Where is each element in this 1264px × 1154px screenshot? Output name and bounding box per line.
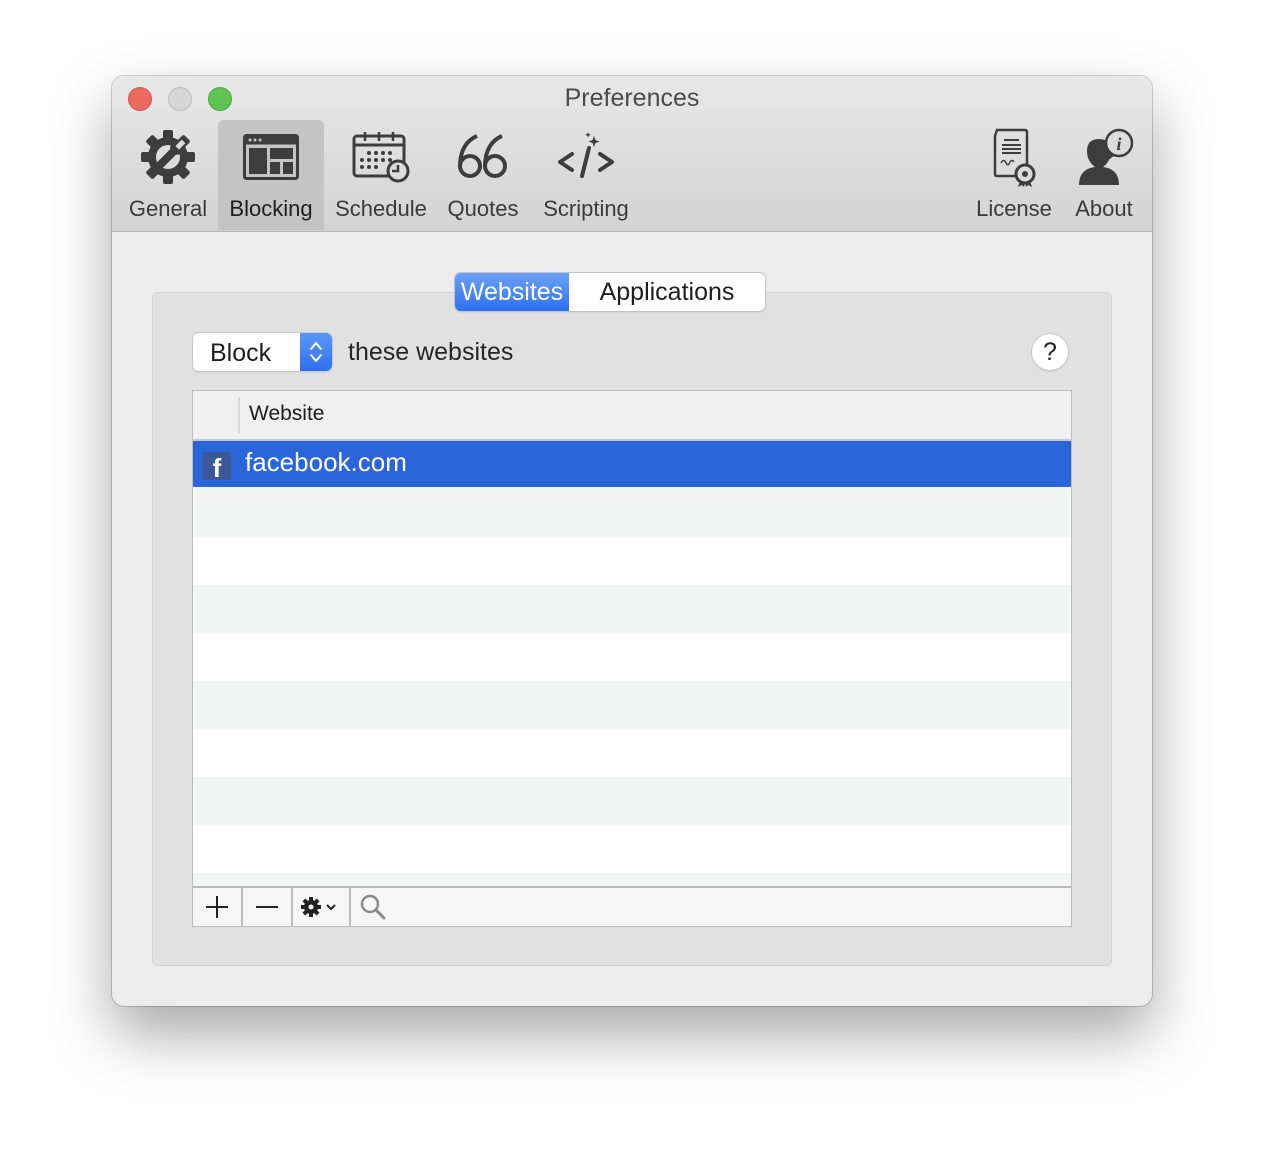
toolbar-label: Schedule [335, 196, 427, 221]
block-mode-popup[interactable]: Block [193, 333, 332, 371]
websites-table: Website f facebook.com [192, 390, 1072, 927]
list-type-segmented-control: Websites Applications [455, 273, 765, 311]
segment-websites[interactable]: Websites [455, 273, 569, 311]
remove-button[interactable] [243, 888, 293, 926]
minus-icon [256, 906, 278, 908]
mode-suffix-label: these websites [348, 338, 514, 366]
code-sparkle-icon [556, 122, 616, 192]
toolbar-label: Quotes [447, 196, 519, 221]
search-icon [360, 894, 386, 920]
empty-row [193, 825, 1071, 873]
website-cell: facebook.com [245, 447, 407, 477]
add-button[interactable] [193, 888, 243, 926]
toolbar-item-about[interactable]: i About [1064, 120, 1144, 230]
table-body: f facebook.com [193, 441, 1071, 921]
help-button[interactable]: ? [1032, 334, 1068, 370]
titlebar-toolbar: Preferences General Blocking Schedule Qu… [112, 76, 1152, 232]
table-footer-bar [193, 886, 1071, 926]
column-separator [238, 397, 240, 433]
calendar-clock-icon [352, 122, 410, 192]
window-title: Preferences [564, 84, 700, 112]
toolbar-item-license[interactable]: License [970, 120, 1058, 230]
filter-search-field[interactable] [351, 888, 1071, 926]
chevron-down-icon [326, 904, 336, 911]
toolbar-label: Blocking [229, 196, 313, 221]
gear-icon [301, 897, 336, 917]
plus-icon [206, 896, 228, 918]
block-mode-value: Block [210, 339, 272, 367]
empty-row [193, 487, 1071, 537]
table-row[interactable]: f facebook.com [193, 441, 1071, 487]
gear-wrench-icon [139, 122, 197, 192]
toolbar-label: General [128, 196, 208, 221]
toolbar-item-general[interactable]: General [124, 120, 212, 230]
empty-row [193, 585, 1071, 633]
toolbar-label: About [1075, 196, 1133, 221]
toolbar-item-scripting[interactable]: Scripting [536, 120, 636, 230]
toolbar-item-quotes[interactable]: Quotes [442, 120, 524, 230]
person-info-icon: i [1073, 122, 1135, 192]
empty-row [193, 777, 1071, 825]
facebook-favicon-icon: f [203, 452, 231, 483]
certificate-icon [989, 122, 1039, 192]
toolbar-item-schedule[interactable]: Schedule [330, 120, 432, 230]
table-header: Website [193, 391, 1071, 441]
toolbar-label: Scripting [543, 196, 629, 221]
empty-row [193, 633, 1071, 681]
actions-menu-button[interactable] [293, 888, 351, 926]
svg-text:i: i [1116, 134, 1121, 154]
toolbar-item-blocking[interactable]: Blocking [218, 120, 324, 230]
chevron-updown-icon [300, 333, 332, 371]
preferences-window: Preferences General Blocking Schedule Qu… [112, 76, 1152, 1006]
segment-applications[interactable]: Applications [569, 273, 765, 311]
empty-row [193, 681, 1071, 729]
column-header-website[interactable]: Website [249, 402, 324, 426]
toolbar-label: License [976, 196, 1052, 221]
browser-window-icon [243, 122, 299, 192]
empty-row [193, 537, 1071, 585]
empty-row [193, 729, 1071, 777]
quote-marks-icon [457, 122, 509, 192]
